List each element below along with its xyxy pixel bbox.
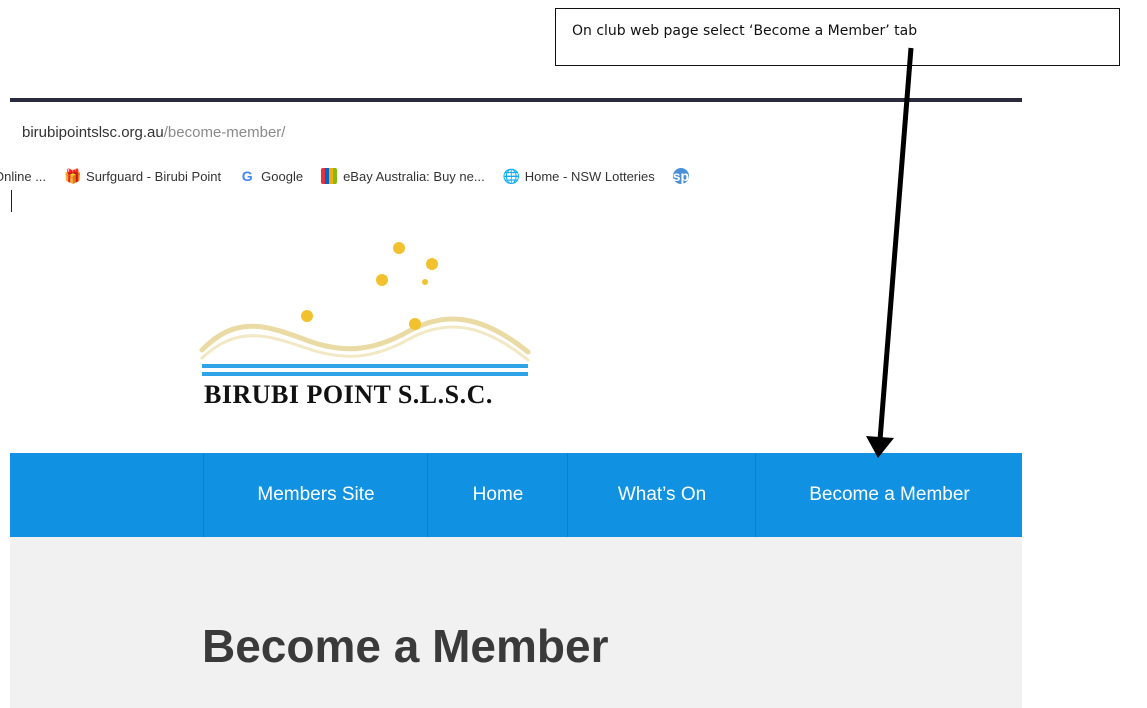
gift-icon: 🎁 bbox=[64, 168, 82, 184]
extension-icon: sp bbox=[672, 168, 690, 184]
main-content: Become a Member bbox=[10, 537, 1022, 708]
page-title: Become a Member bbox=[202, 620, 609, 672]
stars bbox=[301, 242, 438, 330]
logo-graphic bbox=[199, 242, 531, 384]
nav-members-site[interactable]: Members Site bbox=[203, 453, 428, 537]
nav-home[interactable]: Home bbox=[427, 453, 568, 537]
url-path: /become-member/ bbox=[163, 124, 286, 141]
bookmark-label: Home - NSW Lotteries bbox=[524, 168, 655, 184]
bookmarks-bar: Online ... 🎁 Surfguard - Birubi Point G … bbox=[0, 158, 1022, 194]
url-text[interactable]: birubipointslsc.org.au/become-member/ bbox=[22, 124, 285, 141]
nav-become-a-member[interactable]: Become a Member bbox=[755, 453, 1023, 537]
google-icon: G bbox=[241, 168, 253, 184]
callout-text: On club web page select ‘Become a Member… bbox=[572, 23, 918, 39]
ebay-icon bbox=[321, 168, 338, 184]
annotated-screenshot: On club web page select ‘Become a Member… bbox=[0, 0, 1147, 708]
logo-text: BIRUBI POINT S.L.S.C. bbox=[204, 380, 493, 409]
bookmark-label: Google bbox=[261, 168, 304, 184]
bookmark-label: eBay Australia: Buy ne... bbox=[343, 168, 485, 184]
address-bar[interactable]: birubipointslsc.org.au/become-member/ bbox=[10, 104, 1022, 152]
bookmark-online[interactable]: Online ... bbox=[0, 169, 46, 184]
instruction-callout: On club web page select ‘Become a Member… bbox=[555, 8, 1120, 66]
text-cursor bbox=[11, 190, 12, 212]
bookmark-nsw-lotteries[interactable]: 🌐 Home - NSW Lotteries bbox=[503, 168, 655, 184]
nav-whats-on[interactable]: What’s On bbox=[567, 453, 756, 537]
club-logo[interactable]: BIRUBI POINT S.L.S.C. bbox=[196, 230, 541, 420]
bookmark-extension[interactable]: sp bbox=[672, 168, 695, 184]
globe-icon: 🌐 bbox=[502, 168, 521, 184]
site-navbar: Members Site Home What’s On Become a Mem… bbox=[10, 453, 1022, 537]
bookmark-google[interactable]: G Google bbox=[239, 168, 303, 184]
bookmark-ebay[interactable]: eBay Australia: Buy ne... bbox=[321, 168, 485, 184]
url-domain: birubipointslsc.org.au bbox=[22, 124, 164, 141]
browser-top-border bbox=[10, 98, 1022, 102]
bookmark-surfguard[interactable]: 🎁 Surfguard - Birubi Point bbox=[64, 168, 221, 184]
bookmark-label: Surfguard - Birubi Point bbox=[86, 168, 222, 184]
bookmark-label: Online ... bbox=[0, 168, 47, 184]
